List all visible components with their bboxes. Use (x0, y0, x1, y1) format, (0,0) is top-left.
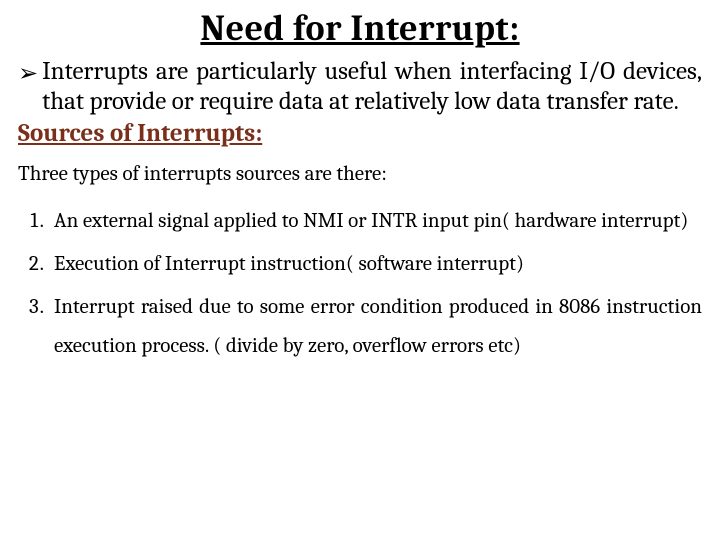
page-title: Need for Interrupt: (18, 8, 702, 49)
numbered-list: An external signal applied to NMI or INT… (18, 202, 702, 365)
intro-text: Three types of interrupts sources are th… (18, 162, 702, 186)
list-item: Interrupt raised due to some error condi… (48, 288, 702, 366)
list-item: Execution of Interrupt instruction( soft… (48, 245, 702, 284)
chevron-right-icon: ➢ (18, 59, 38, 88)
bullet-text: Interrupts are particularly useful when … (42, 57, 702, 117)
list-item: An external signal applied to NMI or INT… (48, 202, 702, 241)
bullet-item: ➢ Interrupts are particularly useful whe… (18, 57, 702, 117)
subheading-sources: Sources of Interrupts: (18, 119, 702, 148)
